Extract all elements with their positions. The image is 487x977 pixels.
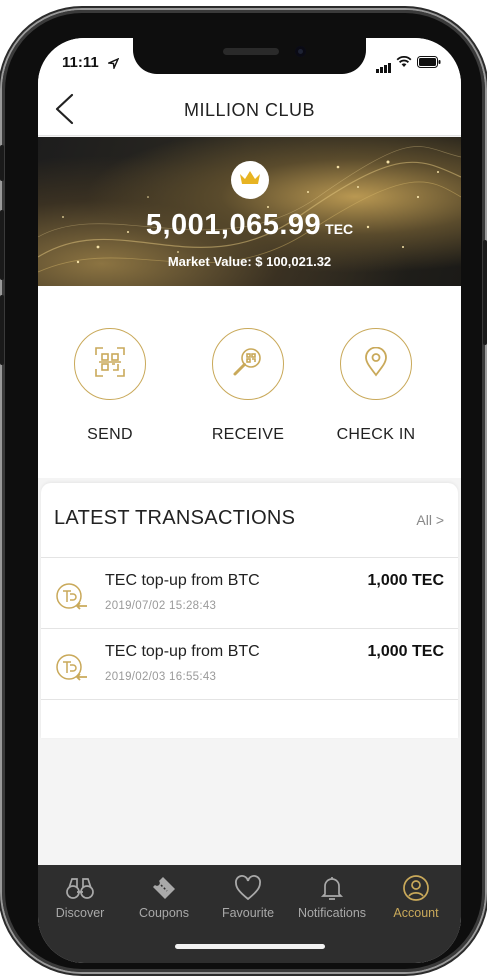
balance-unit: TEC	[325, 221, 354, 237]
tab-label: Favourite	[221, 906, 275, 920]
tab-coupons[interactable]: Coupons	[122, 873, 206, 920]
receive-label: RECEIVE	[211, 426, 285, 443]
user-icon	[374, 873, 458, 903]
check-in-label: CHECK IN	[336, 426, 416, 443]
send-icon-circle	[74, 328, 146, 400]
send-button[interactable]: SEND	[55, 328, 165, 444]
crown-icon	[239, 170, 261, 191]
balance-banner: 5,001,065.99 TEC Market Value: $ 100,021.…	[38, 137, 461, 286]
phone-screen: 11:11 MILLION CLUB 5,001,065.99 TEC Mark…	[38, 38, 461, 963]
transactions-title: LATEST TRANSACTIONS	[54, 507, 296, 529]
search-qr-icon	[231, 345, 265, 384]
tab-label: Discover	[55, 906, 105, 920]
bell-icon	[290, 873, 374, 903]
tab-label: Coupons	[138, 906, 190, 920]
notch	[133, 38, 366, 74]
transaction-amount: 1,000 TEC	[367, 572, 444, 589]
tab-discover[interactable]: Discover	[38, 873, 122, 920]
status-icons	[376, 55, 441, 73]
crown-badge	[231, 161, 269, 199]
battery-icon	[417, 55, 441, 73]
heart-icon	[206, 873, 290, 903]
mute-switch	[0, 145, 4, 181]
check-in-icon-circle	[340, 328, 412, 400]
speaker	[223, 48, 279, 55]
transaction-row[interactable]: TEC top-up from BTC 2019/07/02 15:28:43 …	[41, 558, 458, 629]
transactions-card: LATEST TRANSACTIONS All > TEC top-up fro…	[41, 483, 458, 738]
ticket-icon	[122, 873, 206, 903]
tab-account[interactable]: Account	[374, 873, 458, 920]
location-pin-icon	[364, 346, 388, 382]
home-indicator[interactable]	[175, 944, 325, 949]
transactions-header: LATEST TRANSACTIONS All >	[41, 483, 458, 558]
transaction-row[interactable]: TEC top-up from BTC 2019/02/03 16:55:43 …	[41, 629, 458, 700]
transaction-amount: 1,000 TEC	[367, 643, 444, 660]
cellular-signal-icon	[376, 63, 391, 73]
qr-scan-icon	[94, 346, 126, 383]
market-value: Market Value: $ 100,021.32	[167, 254, 332, 269]
navigation-bar: MILLION CLUB	[38, 82, 461, 136]
power-button	[483, 240, 487, 345]
transaction-date: 2019/07/02 15:28:43	[105, 600, 217, 612]
tab-favourite[interactable]: Favourite	[206, 873, 290, 920]
volume-down-button	[0, 295, 4, 365]
tab-label: Account	[393, 906, 439, 920]
location-arrow-icon	[106, 56, 120, 74]
receive-button[interactable]: RECEIVE	[193, 328, 303, 444]
transaction-name: TEC top-up from BTC	[105, 643, 260, 660]
page-title: MILLION CLUB	[183, 100, 316, 120]
top-up-icon	[55, 653, 89, 683]
view-all-link[interactable]: All >	[416, 512, 444, 528]
action-row: SEND RECEIVE CHECK IN	[38, 286, 461, 478]
status-time: 11:11	[62, 54, 99, 71]
top-up-icon	[55, 582, 89, 612]
balance-display: 5,001,065.99 TEC	[38, 209, 461, 242]
front-camera	[295, 46, 306, 57]
tab-label: Notifications	[297, 906, 367, 920]
check-in-button[interactable]: CHECK IN	[321, 328, 431, 444]
send-label: SEND	[87, 426, 133, 443]
transaction-date: 2019/02/03 16:55:43	[105, 671, 217, 683]
transaction-name: TEC top-up from BTC	[105, 572, 260, 589]
binoculars-icon	[38, 873, 122, 903]
volume-up-button	[0, 210, 4, 280]
tab-notifications[interactable]: Notifications	[290, 873, 374, 920]
wifi-icon	[396, 55, 412, 73]
balance-amount: 5,001,065.99	[145, 209, 322, 241]
receive-icon-circle	[212, 328, 284, 400]
